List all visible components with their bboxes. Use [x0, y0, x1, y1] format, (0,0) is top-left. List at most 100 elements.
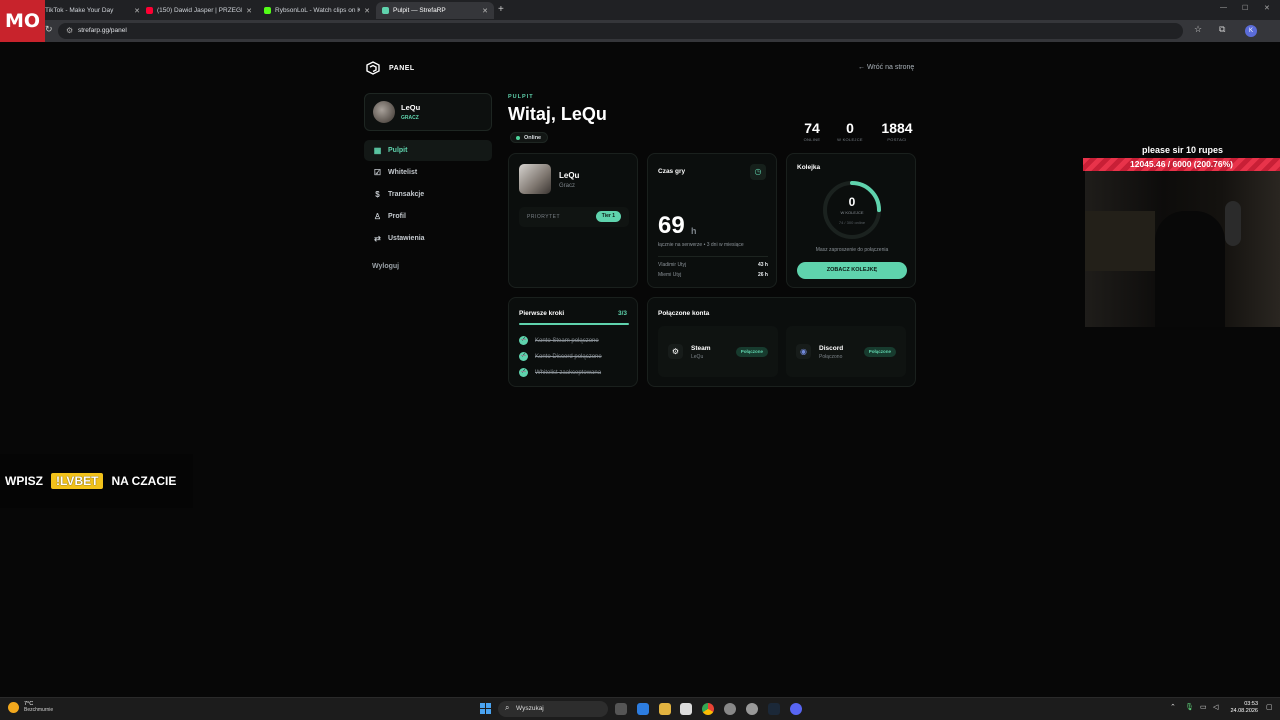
tab-youtube[interactable]: (150) Dawid Jasper | PRZEGLĄD ✕ [140, 2, 258, 19]
account-steam[interactable]: ⚙ Steam LeQu Połączone [658, 326, 778, 377]
check-icon: ✓ [519, 352, 528, 361]
maximize-icon[interactable]: ☐ [1242, 4, 1248, 12]
taskbar: 7°C Bezchmurnie ⌕ Wyszukaj ⌃ 🎙 ▭ ◁ 03:53… [0, 697, 1280, 720]
notification-icon[interactable]: ▢ [1266, 703, 1273, 711]
tab-tiktok[interactable]: TikTok - Make Your Day ✕ [28, 2, 146, 19]
character-name: Miemi Utyj [658, 272, 682, 278]
tab-kick[interactable]: RybsonLoL - Watch clips on Ki ✕ [258, 2, 376, 19]
account-discord[interactable]: ◉ Discord Połączono Połączone [786, 326, 906, 377]
sidebar-item-label: Transakcje [388, 191, 425, 198]
account-sub: Połączono [819, 354, 843, 360]
queue-desc: Masz zaproszenie do połączenia [815, 247, 889, 253]
clock-time: 03:53 [1244, 701, 1258, 707]
sidebar-item-whitelist[interactable]: ☑ Whitelist [364, 162, 492, 183]
start-button[interactable] [480, 703, 491, 714]
tier-badge: Tier 1 [595, 211, 621, 222]
sun-icon [8, 701, 19, 713]
sidebar-nav: ▦ Pulpit ☑ Whitelist $ Transakcje ♙ Prof… [364, 140, 492, 250]
view-queue-button[interactable]: ZOBACZ KOLEJKĘ [797, 262, 907, 279]
edge-icon[interactable] [637, 703, 649, 715]
queue-position: 0 [848, 195, 856, 209]
tab-strefarp[interactable]: Pulpit — StrefaRP ✕ [376, 2, 494, 19]
site-info-icon[interactable]: ⚙ [66, 26, 73, 35]
step-label: Konto Discord połączone [535, 353, 602, 360]
first-steps-card: Pierwsze kroki 3/3 ✓ Konto Steam połączo… [508, 297, 638, 387]
minimize-icon[interactable]: — [1220, 4, 1227, 11]
priority-row: PRIORYTET Tier 1 [519, 207, 629, 227]
volume-icon[interactable]: ◁ [1213, 703, 1218, 711]
playtime-unit: h [691, 226, 697, 236]
close-icon[interactable]: ✕ [482, 7, 488, 15]
clock[interactable]: 03:53 24.08.2026 [1228, 701, 1258, 715]
playtime-card: Czas gry ◷ 69 h łącznie na serwerze • 3 … [647, 153, 777, 288]
character-hours: 26 h [757, 272, 768, 278]
chrome-icon[interactable] [702, 703, 714, 715]
clock-date: 24.08.2026 [1230, 708, 1258, 714]
app-icon[interactable] [746, 703, 758, 715]
file-explorer-icon[interactable] [659, 703, 671, 715]
stat-value: 74 [804, 120, 820, 136]
sidebar-item-transakcje[interactable]: $ Transakcje [364, 184, 492, 205]
divider [658, 256, 768, 257]
step-item: ✓ Konto Discord połączone [519, 352, 602, 361]
store-icon[interactable] [680, 703, 692, 715]
profile-avatar[interactable]: K [1245, 25, 1257, 37]
grid-icon: ▦ [373, 146, 382, 155]
profile-role: Gracz [559, 183, 576, 189]
close-icon[interactable]: ✕ [364, 7, 370, 15]
weather-widget[interactable]: 7°C Bezchmurnie [8, 701, 53, 713]
close-icon[interactable]: ✕ [246, 7, 252, 15]
discord-icon[interactable] [790, 703, 802, 715]
logout-link[interactable]: Wyloguj [372, 263, 399, 270]
task-view-icon[interactable] [615, 703, 627, 715]
extensions-icon[interactable]: ⧉ [1219, 24, 1225, 35]
donation-goal-bar: 12045.46 / 6000 (200.76%) [1083, 158, 1280, 171]
stat-label: W KOLEJCE [837, 137, 863, 142]
character-name: Vladimir Utyj [658, 262, 687, 268]
sliders-icon: ⇄ [374, 234, 381, 243]
brand[interactable]: PANEL [365, 60, 415, 76]
url-field[interactable]: ⚙ strefarp.gg/panel [58, 23, 1183, 39]
url-text: strefarp.gg/panel [78, 27, 127, 34]
sidebar-item-label: Whitelist [388, 169, 418, 176]
stat-queue: 0 W KOLEJCE [830, 120, 870, 142]
bookmark-star-icon[interactable]: ☆ [1194, 24, 1202, 35]
step-item: ✓ Whitelist zaakceptowana [519, 368, 601, 377]
sidebar-item-label: Pulpit [388, 147, 408, 154]
back-to-site-link[interactable]: ← Wróć na stronę [858, 64, 914, 71]
taskbar-search[interactable]: ⌕ Wyszukaj [498, 701, 608, 717]
tab-title: TikTok - Make Your Day [45, 7, 114, 14]
close-window-icon[interactable]: ✕ [1264, 4, 1270, 12]
sidebar-item-ustawienia[interactable]: ⇄ Ustawienia [364, 228, 492, 249]
tab-strip: TikTok - Make Your Day ✕ (150) Dawid Jas… [0, 0, 1280, 20]
brand-logo-icon [366, 61, 380, 75]
brand-name: PANEL [389, 64, 415, 72]
queue-online: 74 / 300 online [838, 220, 866, 225]
card-title: Czas gry [658, 168, 686, 175]
sidebar-item-pulpit[interactable]: ▦ Pulpit [364, 140, 492, 161]
user-card: LeQu GRACZ [364, 93, 492, 131]
reload-icon[interactable]: ↻ [45, 24, 53, 35]
stat-online: 74 ONLINE [796, 120, 828, 142]
new-tab-button[interactable]: + [498, 4, 504, 15]
profile-name: LeQu [559, 171, 580, 180]
status-badge: Online [510, 132, 549, 143]
avatar [373, 101, 395, 123]
user-role: GRACZ [401, 115, 419, 121]
queue-card: Kolejka 0 W KOLEJCE 74 / 300 online Masz… [786, 153, 916, 288]
microphone-icon[interactable]: 🎙 [1185, 703, 1194, 711]
account-sub: LeQu [691, 354, 704, 360]
promo-code: !LVBET [51, 473, 104, 489]
tab-title: RybsonLoL - Watch clips on Ki [275, 7, 361, 14]
discord-icon: ◉ [796, 344, 811, 359]
network-icon[interactable]: ▭ [1200, 703, 1207, 711]
promo-prefix: WPISZ [5, 474, 43, 488]
playtime-desc: łącznie na serwerze • 3 dni w miesiące [658, 242, 744, 248]
step-label: Konto Steam połączone [535, 337, 599, 344]
promo-banner: WPISZ !LVBET NA CZACIE [0, 454, 193, 508]
steam-icon[interactable] [768, 703, 780, 715]
search-icon: ⌕ [505, 703, 510, 712]
chevron-up-icon[interactable]: ⌃ [1170, 703, 1176, 711]
app-icon[interactable] [724, 703, 736, 715]
sidebar-item-profil[interactable]: ♙ Profil [364, 206, 492, 227]
